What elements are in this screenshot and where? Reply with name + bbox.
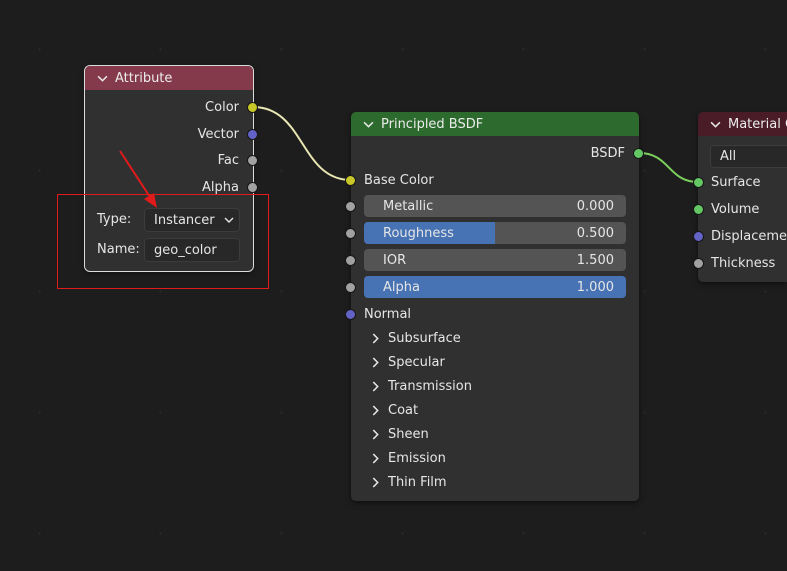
arrow-annotation-icon bbox=[119, 150, 157, 208]
